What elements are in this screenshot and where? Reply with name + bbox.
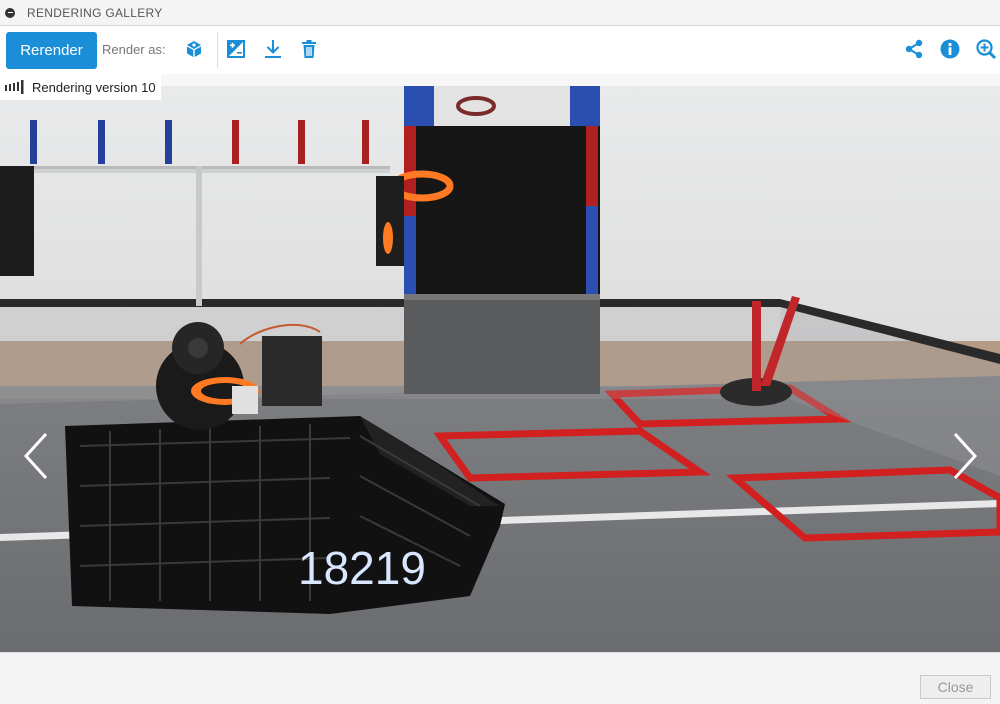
info-icon[interactable]	[939, 38, 961, 60]
close-button[interactable]: Close	[920, 675, 991, 699]
toolbar-separator	[217, 32, 218, 68]
rendering-image: 18219	[0, 86, 1000, 652]
zoom-in-icon[interactable]	[975, 38, 997, 60]
rendering-image-viewer: 18219	[0, 86, 1000, 652]
chevron-left-icon	[23, 432, 48, 480]
goal-structure	[376, 86, 600, 394]
rendering-version-badge: Rendering version 10	[0, 74, 161, 100]
collapse-icon[interactable]	[5, 7, 15, 18]
toolbar: Rerender Render as:	[0, 26, 1000, 74]
robot-number: 18219	[298, 542, 426, 594]
rerender-button[interactable]: Rerender	[6, 32, 97, 69]
delete-icon[interactable]	[298, 38, 320, 60]
signal-bars-icon	[5, 80, 24, 94]
chevron-right-icon	[953, 432, 978, 480]
previous-image-button[interactable]	[16, 426, 56, 486]
render-mode-icon[interactable]	[183, 38, 205, 60]
window-titlebar: RENDERING GALLERY	[0, 0, 1000, 26]
window-title: RENDERING GALLERY	[27, 5, 163, 20]
next-image-button[interactable]	[945, 426, 985, 486]
render-as-label: Render as:	[102, 42, 166, 57]
dialog-footer: Close	[0, 652, 1000, 704]
share-icon[interactable]	[903, 38, 925, 60]
rendering-version-label: Rendering version 10	[32, 79, 156, 95]
adjust-image-icon[interactable]	[225, 38, 247, 60]
download-icon[interactable]	[262, 38, 284, 60]
